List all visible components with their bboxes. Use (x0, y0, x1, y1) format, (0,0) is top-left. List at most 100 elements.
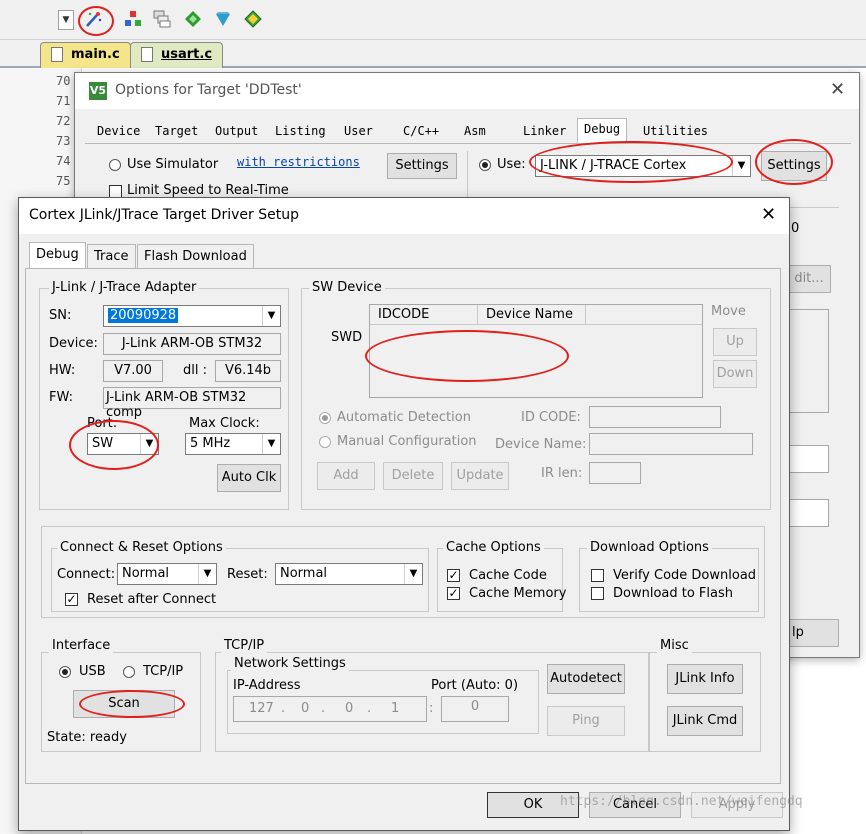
document-icon (51, 47, 63, 62)
debugger-settings-button[interactable]: Settings (761, 151, 827, 181)
chevron-down-icon[interactable]: ▼ (198, 564, 216, 584)
pack-installer-icon[interactable] (184, 10, 202, 28)
toolbar-dropdown-arrow-icon[interactable]: ▼ (58, 10, 74, 30)
interface-group-label: Interface (49, 638, 114, 653)
chevron-down-icon[interactable]: ▼ (140, 434, 158, 454)
options-dialog-title: Options for Target 'DDTest' (115, 82, 302, 98)
options-dialog-titlebar: V5 Options for Target 'DDTest' ✕ (75, 73, 859, 109)
sw-device-list[interactable]: IDCODE Device Name (369, 304, 703, 398)
cache-memory-checkbox[interactable]: ✓ (447, 587, 460, 600)
chevron-down-icon[interactable]: ▼ (732, 156, 750, 176)
column-device-name[interactable]: Device Name (478, 305, 586, 325)
id-code-field[interactable] (589, 406, 721, 428)
jlink-cmd-button[interactable]: JLink Cmd (667, 706, 743, 736)
usb-radio[interactable] (59, 666, 71, 678)
tab-target[interactable]: Target (149, 121, 204, 143)
tab-linker[interactable]: Linker (517, 121, 572, 143)
with-restrictions-link[interactable]: with restrictions (237, 155, 360, 169)
port-colon: : (429, 701, 434, 716)
autodetect-button[interactable]: Autodetect (547, 664, 625, 694)
column-idcode[interactable]: IDCODE (370, 305, 478, 325)
jlink-info-button[interactable]: JLink Info (667, 664, 743, 694)
chevron-down-icon[interactable]: ▼ (262, 434, 280, 454)
chevron-down-icon[interactable]: ▼ (404, 564, 422, 584)
add-button[interactable]: Add (317, 462, 375, 490)
chevron-down-icon[interactable]: ▼ (262, 306, 280, 326)
tab-user[interactable]: User (338, 121, 379, 143)
ip-dot: . (281, 701, 286, 716)
max-clock-select[interactable]: 5 MHz ▼ (185, 433, 281, 455)
use-simulator-radio[interactable] (109, 159, 121, 171)
dll-value: V6.14b (215, 360, 281, 382)
tab-trace[interactable]: Trace (87, 244, 136, 268)
sn-label: SN: (49, 308, 72, 323)
tab-debug[interactable]: Debug (577, 118, 628, 144)
cache-code-checkbox[interactable]: ✓ (447, 569, 460, 582)
use-simulator-label: Use Simulator (127, 157, 219, 172)
tab-flash-download[interactable]: Flash Download (137, 244, 254, 268)
device-value: J-Link ARM-OB STM32 (103, 333, 281, 355)
tab-cpp[interactable]: C/C++ (397, 121, 445, 143)
use-debugger-radio[interactable] (479, 159, 491, 171)
sn-value: 20090928 (108, 308, 179, 323)
file-extensions-icon[interactable] (153, 10, 171, 28)
tab-output[interactable]: Output (209, 121, 264, 143)
manual-configuration-radio[interactable] (319, 436, 331, 448)
document-icon (141, 47, 153, 62)
list-box (787, 309, 829, 413)
sn-select[interactable]: 20090928 ▼ (103, 305, 281, 327)
reset-select[interactable]: Normal ▼ (275, 563, 423, 585)
move-down-button[interactable]: Down (713, 360, 757, 388)
tab-debug[interactable]: Debug (29, 242, 86, 269)
tab-utilities[interactable]: Utilities (637, 121, 714, 143)
debugger-select[interactable]: J-LINK / J-TRACE Cortex ▼ (535, 155, 751, 177)
move-up-button[interactable]: Up (713, 328, 757, 356)
text-field[interactable] (787, 499, 829, 527)
ip-address-label: IP-Address (233, 678, 301, 693)
delete-button[interactable]: Delete (383, 462, 443, 490)
select-software-packs-icon[interactable] (214, 10, 232, 28)
reset-after-connect-checkbox[interactable]: ✓ (65, 593, 78, 606)
automatic-detection-radio[interactable] (319, 412, 331, 424)
file-tab-bar: main.c usart.c (0, 40, 866, 68)
help-button[interactable]: lp (787, 619, 839, 647)
scan-button[interactable]: Scan (73, 690, 175, 718)
port-field[interactable]: 0 (441, 696, 509, 722)
close-icon[interactable]: ✕ (830, 79, 845, 100)
line-number: 75 (56, 174, 71, 188)
manage-components-icon[interactable] (124, 10, 142, 28)
edit-button[interactable]: dit... (787, 265, 831, 293)
tab-asm[interactable]: Asm (458, 121, 492, 143)
connect-select[interactable]: Normal ▼ (117, 563, 217, 585)
device-name-field[interactable] (589, 433, 753, 455)
ping-button[interactable]: Ping (547, 706, 625, 736)
port-select[interactable]: SW ▼ (87, 433, 159, 455)
misc-group-label: Misc (657, 638, 692, 653)
text-field[interactable] (787, 445, 829, 473)
id-code-label: ID CODE: (521, 410, 581, 425)
debugger-value: J-LINK / J-TRACE Cortex (540, 158, 687, 173)
options-for-target-wand-icon[interactable] (84, 10, 102, 28)
file-tab-label: usart.c (161, 47, 213, 62)
connect-label: Connect: (57, 567, 116, 582)
tab-device[interactable]: Device (91, 121, 146, 143)
jlink-dialog-title: Cortex JLink/JTrace Target Driver Setup (29, 207, 299, 223)
max-clock-label: Max Clock: (189, 416, 260, 431)
update-button[interactable]: Update (451, 462, 509, 490)
file-tab-usart[interactable]: usart.c (130, 42, 224, 68)
close-icon[interactable]: ✕ (761, 204, 776, 225)
download-to-flash-checkbox[interactable] (591, 587, 604, 600)
tcpip-radio[interactable] (123, 666, 135, 678)
column-spacer (586, 305, 702, 325)
file-tab-main[interactable]: main.c (40, 42, 131, 68)
simulator-settings-button[interactable]: Settings (387, 153, 457, 179)
tab-listing[interactable]: Listing (269, 121, 332, 143)
ip-octet-1: 127 (249, 701, 274, 716)
adapter-group-label: J-Link / J-Trace Adapter (49, 280, 200, 295)
interface-state: State: ready (47, 730, 127, 745)
verify-code-download-checkbox[interactable] (591, 569, 604, 582)
auto-clk-button[interactable]: Auto Clk (217, 464, 281, 492)
ir-len-field[interactable] (589, 462, 641, 484)
run-time-environment-icon[interactable] (244, 10, 262, 28)
jlink-driver-setup-dialog: Cortex JLink/JTrace Target Driver Setup … (18, 197, 790, 831)
